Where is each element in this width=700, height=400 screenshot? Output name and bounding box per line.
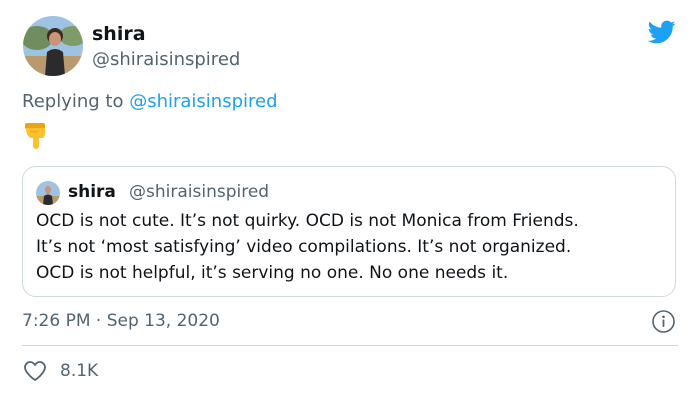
- quoted-text-line: It’s not ‘most satisfying’ video compila…: [36, 237, 572, 257]
- replying-to-line: Replying to @shiraisinspired: [22, 90, 278, 114]
- pointing-down-emoji-icon: [22, 121, 50, 151]
- quoted-avatar[interactable]: [36, 181, 60, 205]
- author-name[interactable]: shira: [92, 22, 146, 46]
- replying-to-label: Replying to: [22, 91, 130, 112]
- quoted-tweet-text: OCD is not cute. It’s not quirky. OCD is…: [36, 208, 668, 286]
- heart-icon[interactable]: [22, 359, 48, 383]
- divider: [22, 345, 678, 346]
- info-icon[interactable]: [651, 309, 676, 334]
- quoted-tweet-card[interactable]: shira @shiraisinspired OCD is not cute. …: [22, 166, 676, 297]
- twitter-bird-icon[interactable]: [646, 18, 678, 46]
- like-count[interactable]: 8.1K: [60, 359, 98, 383]
- avatar[interactable]: [23, 16, 83, 76]
- quoted-text-line: OCD is not cute. It’s not quirky. OCD is…: [36, 211, 579, 231]
- quoted-author-handle[interactable]: @shiraisinspired: [129, 180, 269, 204]
- author-handle[interactable]: @shiraisinspired: [92, 48, 240, 72]
- replying-to-mention[interactable]: @shiraisinspired: [129, 91, 277, 112]
- quoted-text-line: OCD is not helpful, it’s serving no one.…: [36, 263, 509, 283]
- tweet-timestamp[interactable]: 7:26 PM · Sep 13, 2020: [22, 309, 220, 333]
- quoted-author-name[interactable]: shira: [68, 180, 116, 204]
